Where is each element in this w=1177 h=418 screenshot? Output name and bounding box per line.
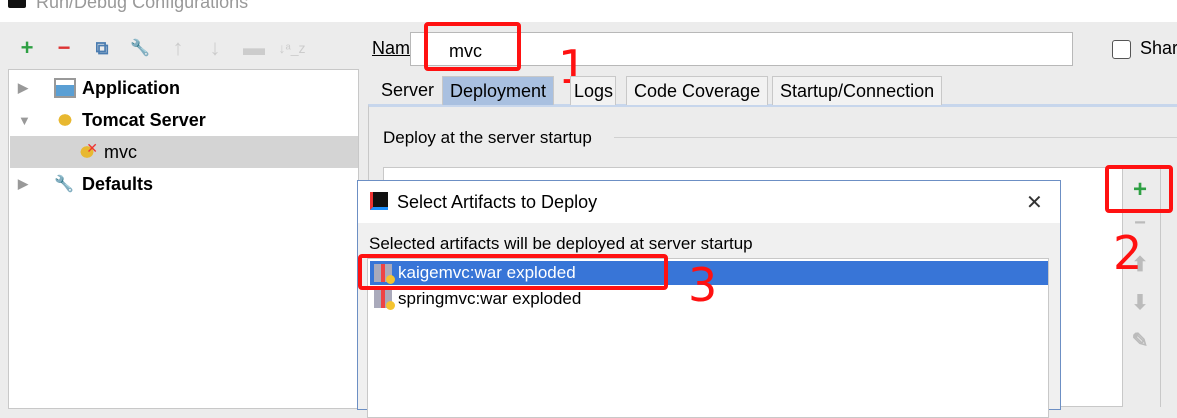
tomcat-icon (54, 110, 76, 130)
dialog-title-bar: Select Artifacts to Deploy ✕ (358, 181, 1060, 223)
annotation-number-3: 3 (688, 258, 718, 312)
tab-server[interactable]: Server (374, 76, 441, 105)
annotation-box-1 (424, 22, 521, 71)
share-label: Shar (1140, 38, 1177, 58)
tree-item-application[interactable]: ▶ Application (10, 72, 358, 104)
tree-label: Tomcat Server (82, 109, 206, 130)
tab-startup-connection[interactable]: Startup/Connection (772, 76, 943, 105)
collapse-arrow-icon[interactable]: ▼ (18, 113, 32, 128)
share-checkbox[interactable] (1112, 40, 1131, 59)
copy-config-button[interactable]: ⧉ (90, 36, 114, 60)
folder-button[interactable]: ▬ (242, 35, 266, 60)
tree-label: Application (82, 77, 180, 98)
dialog-label: Selected artifacts will be deployed at s… (369, 234, 753, 253)
move-down-artifact-button[interactable]: ⬇ (1118, 290, 1162, 315)
edit-artifact-button[interactable]: ✎ (1118, 328, 1162, 353)
deploy-section-label: Deploy at the server startup (383, 128, 592, 147)
move-up-button[interactable]: ↑ (166, 35, 190, 60)
expand-arrow-icon[interactable]: ▶ (18, 80, 32, 96)
tree-item-tomcat-server[interactable]: ▼ Tomcat Server (10, 104, 358, 136)
title-bar: Run/Debug Configurations (0, 0, 1177, 22)
tree-label: Defaults (82, 173, 154, 194)
tree-label: mvc (104, 141, 137, 162)
annotation-box-2 (1105, 165, 1173, 213)
artifact-label: springmvc:war exploded (398, 289, 582, 308)
remove-config-button[interactable]: − (52, 35, 76, 60)
close-icon[interactable]: ✕ (1026, 190, 1043, 215)
dialog-title: Select Artifacts to Deploy (397, 192, 598, 212)
config-tree: ▶ Application ▼ Tomcat Server ✕ mvc ▶ 🔧 … (8, 69, 359, 409)
intellij-icon (8, 0, 26, 8)
tree-item-mvc[interactable]: ✕ mvc (10, 136, 358, 168)
tab-code-coverage[interactable]: Code Coverage (626, 76, 769, 105)
sort-button[interactable]: ↓ᵃ_z (279, 36, 306, 60)
wrench-icon: 🔧 (54, 176, 74, 193)
edit-defaults-button[interactable]: 🔧 (128, 36, 152, 60)
move-down-button[interactable]: ↓ (203, 35, 227, 60)
application-icon (54, 78, 76, 98)
tab-deployment[interactable]: Deployment (442, 76, 555, 105)
annotation-number-2: 2 (1113, 226, 1143, 280)
window-title: Run/Debug Configurations (36, 0, 249, 12)
artifact-icon (374, 290, 395, 310)
tree-item-defaults[interactable]: ▶ 🔧 Defaults (10, 168, 358, 200)
section-divider (614, 137, 1177, 138)
tomcat-error-icon: ✕ (76, 141, 98, 162)
add-config-button[interactable]: + (15, 35, 39, 60)
intellij-icon (370, 192, 388, 210)
expand-arrow-icon[interactable]: ▶ (18, 176, 32, 192)
annotation-box-3 (358, 254, 668, 290)
tab-logs[interactable]: Logs (570, 76, 617, 105)
